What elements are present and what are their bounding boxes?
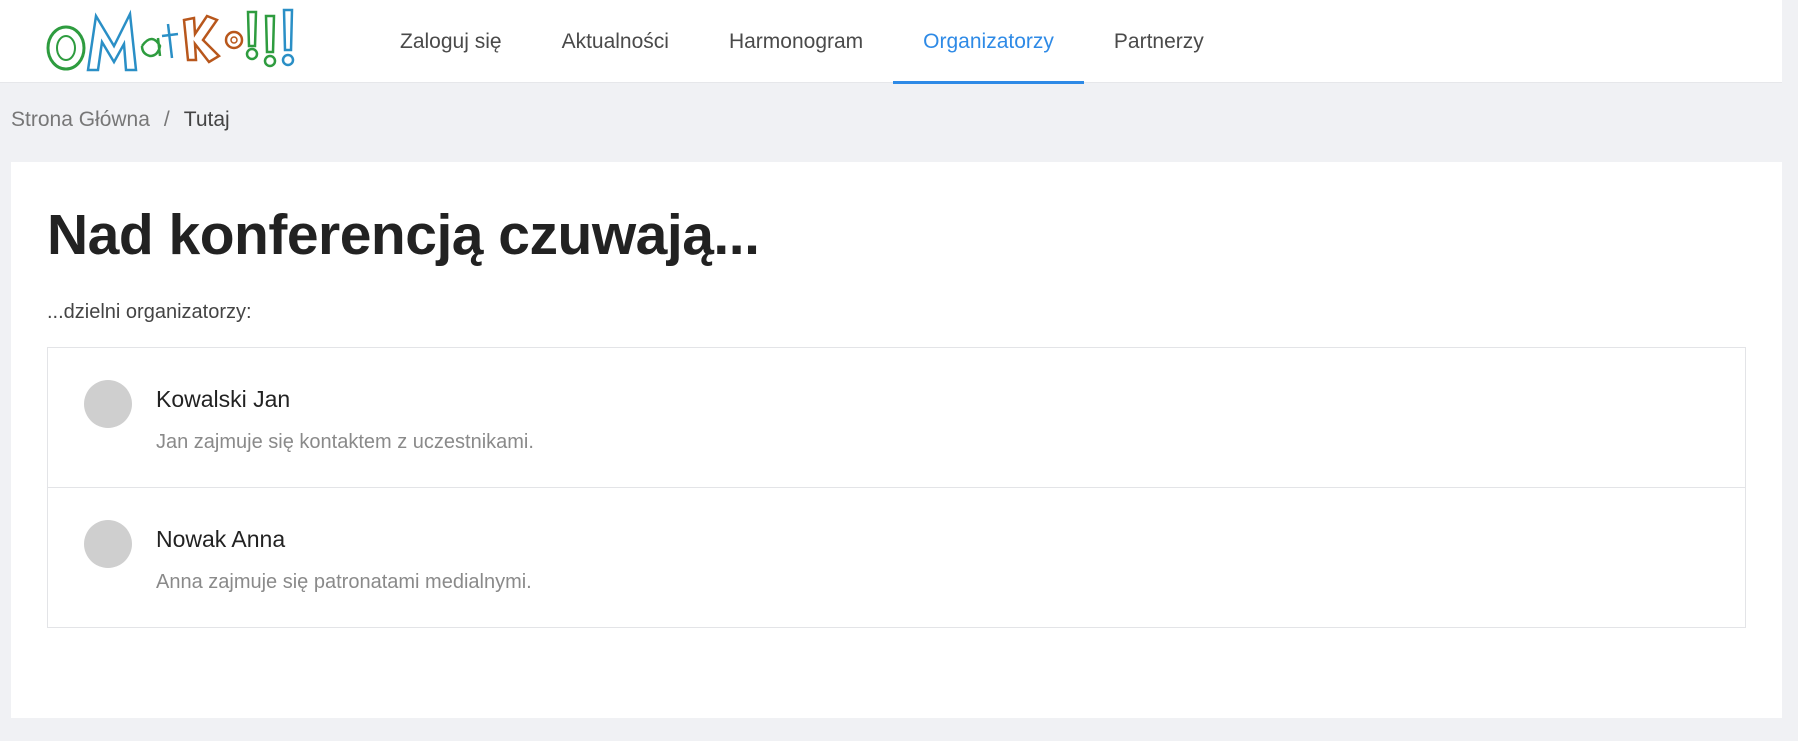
nav-item-schedule[interactable]: Harmonogram bbox=[699, 0, 893, 83]
organizer-card: Kowalski Jan Jan zajmuje się kontaktem z… bbox=[47, 347, 1746, 488]
main-nav: Zaloguj się Aktualności Harmonogram Orga… bbox=[370, 0, 1234, 84]
avatar bbox=[84, 380, 132, 428]
breadcrumb-home-link[interactable]: Strona Główna bbox=[11, 108, 150, 132]
page-title: Nad konferencją czuwają... bbox=[47, 203, 760, 267]
nav-item-login[interactable]: Zaloguj się bbox=[370, 0, 532, 83]
organizer-name: Nowak Anna bbox=[156, 526, 286, 552]
omatko-logo[interactable] bbox=[42, 6, 332, 74]
nav-item-news[interactable]: Aktualności bbox=[532, 0, 699, 83]
breadcrumb: Strona Główna / Tutaj bbox=[11, 108, 230, 132]
organizer-description: Jan zajmuje się kontaktem z uczestnikami… bbox=[156, 431, 534, 453]
organizer-list: Kowalski Jan Jan zajmuje się kontaktem z… bbox=[47, 347, 1746, 628]
top-navbar: Zaloguj się Aktualności Harmonogram Orga… bbox=[0, 0, 1782, 84]
organizer-card: Nowak Anna Anna zajmuje się patronatami … bbox=[47, 487, 1746, 628]
avatar bbox=[84, 520, 132, 568]
breadcrumb-separator: / bbox=[163, 108, 170, 131]
nav-item-organizers[interactable]: Organizatorzy bbox=[893, 0, 1084, 84]
organizer-description: Anna zajmuje się patronatami medialnymi. bbox=[156, 571, 532, 593]
nav-item-partners[interactable]: Partnerzy bbox=[1084, 0, 1234, 83]
breadcrumb-current: Tutaj bbox=[183, 108, 230, 131]
content-panel: Nad konferencją czuwają... ...dzielni or… bbox=[11, 162, 1782, 718]
organizer-name: Kowalski Jan bbox=[156, 386, 291, 412]
page-subtitle: ...dzielni organizatorzy: bbox=[47, 301, 252, 323]
